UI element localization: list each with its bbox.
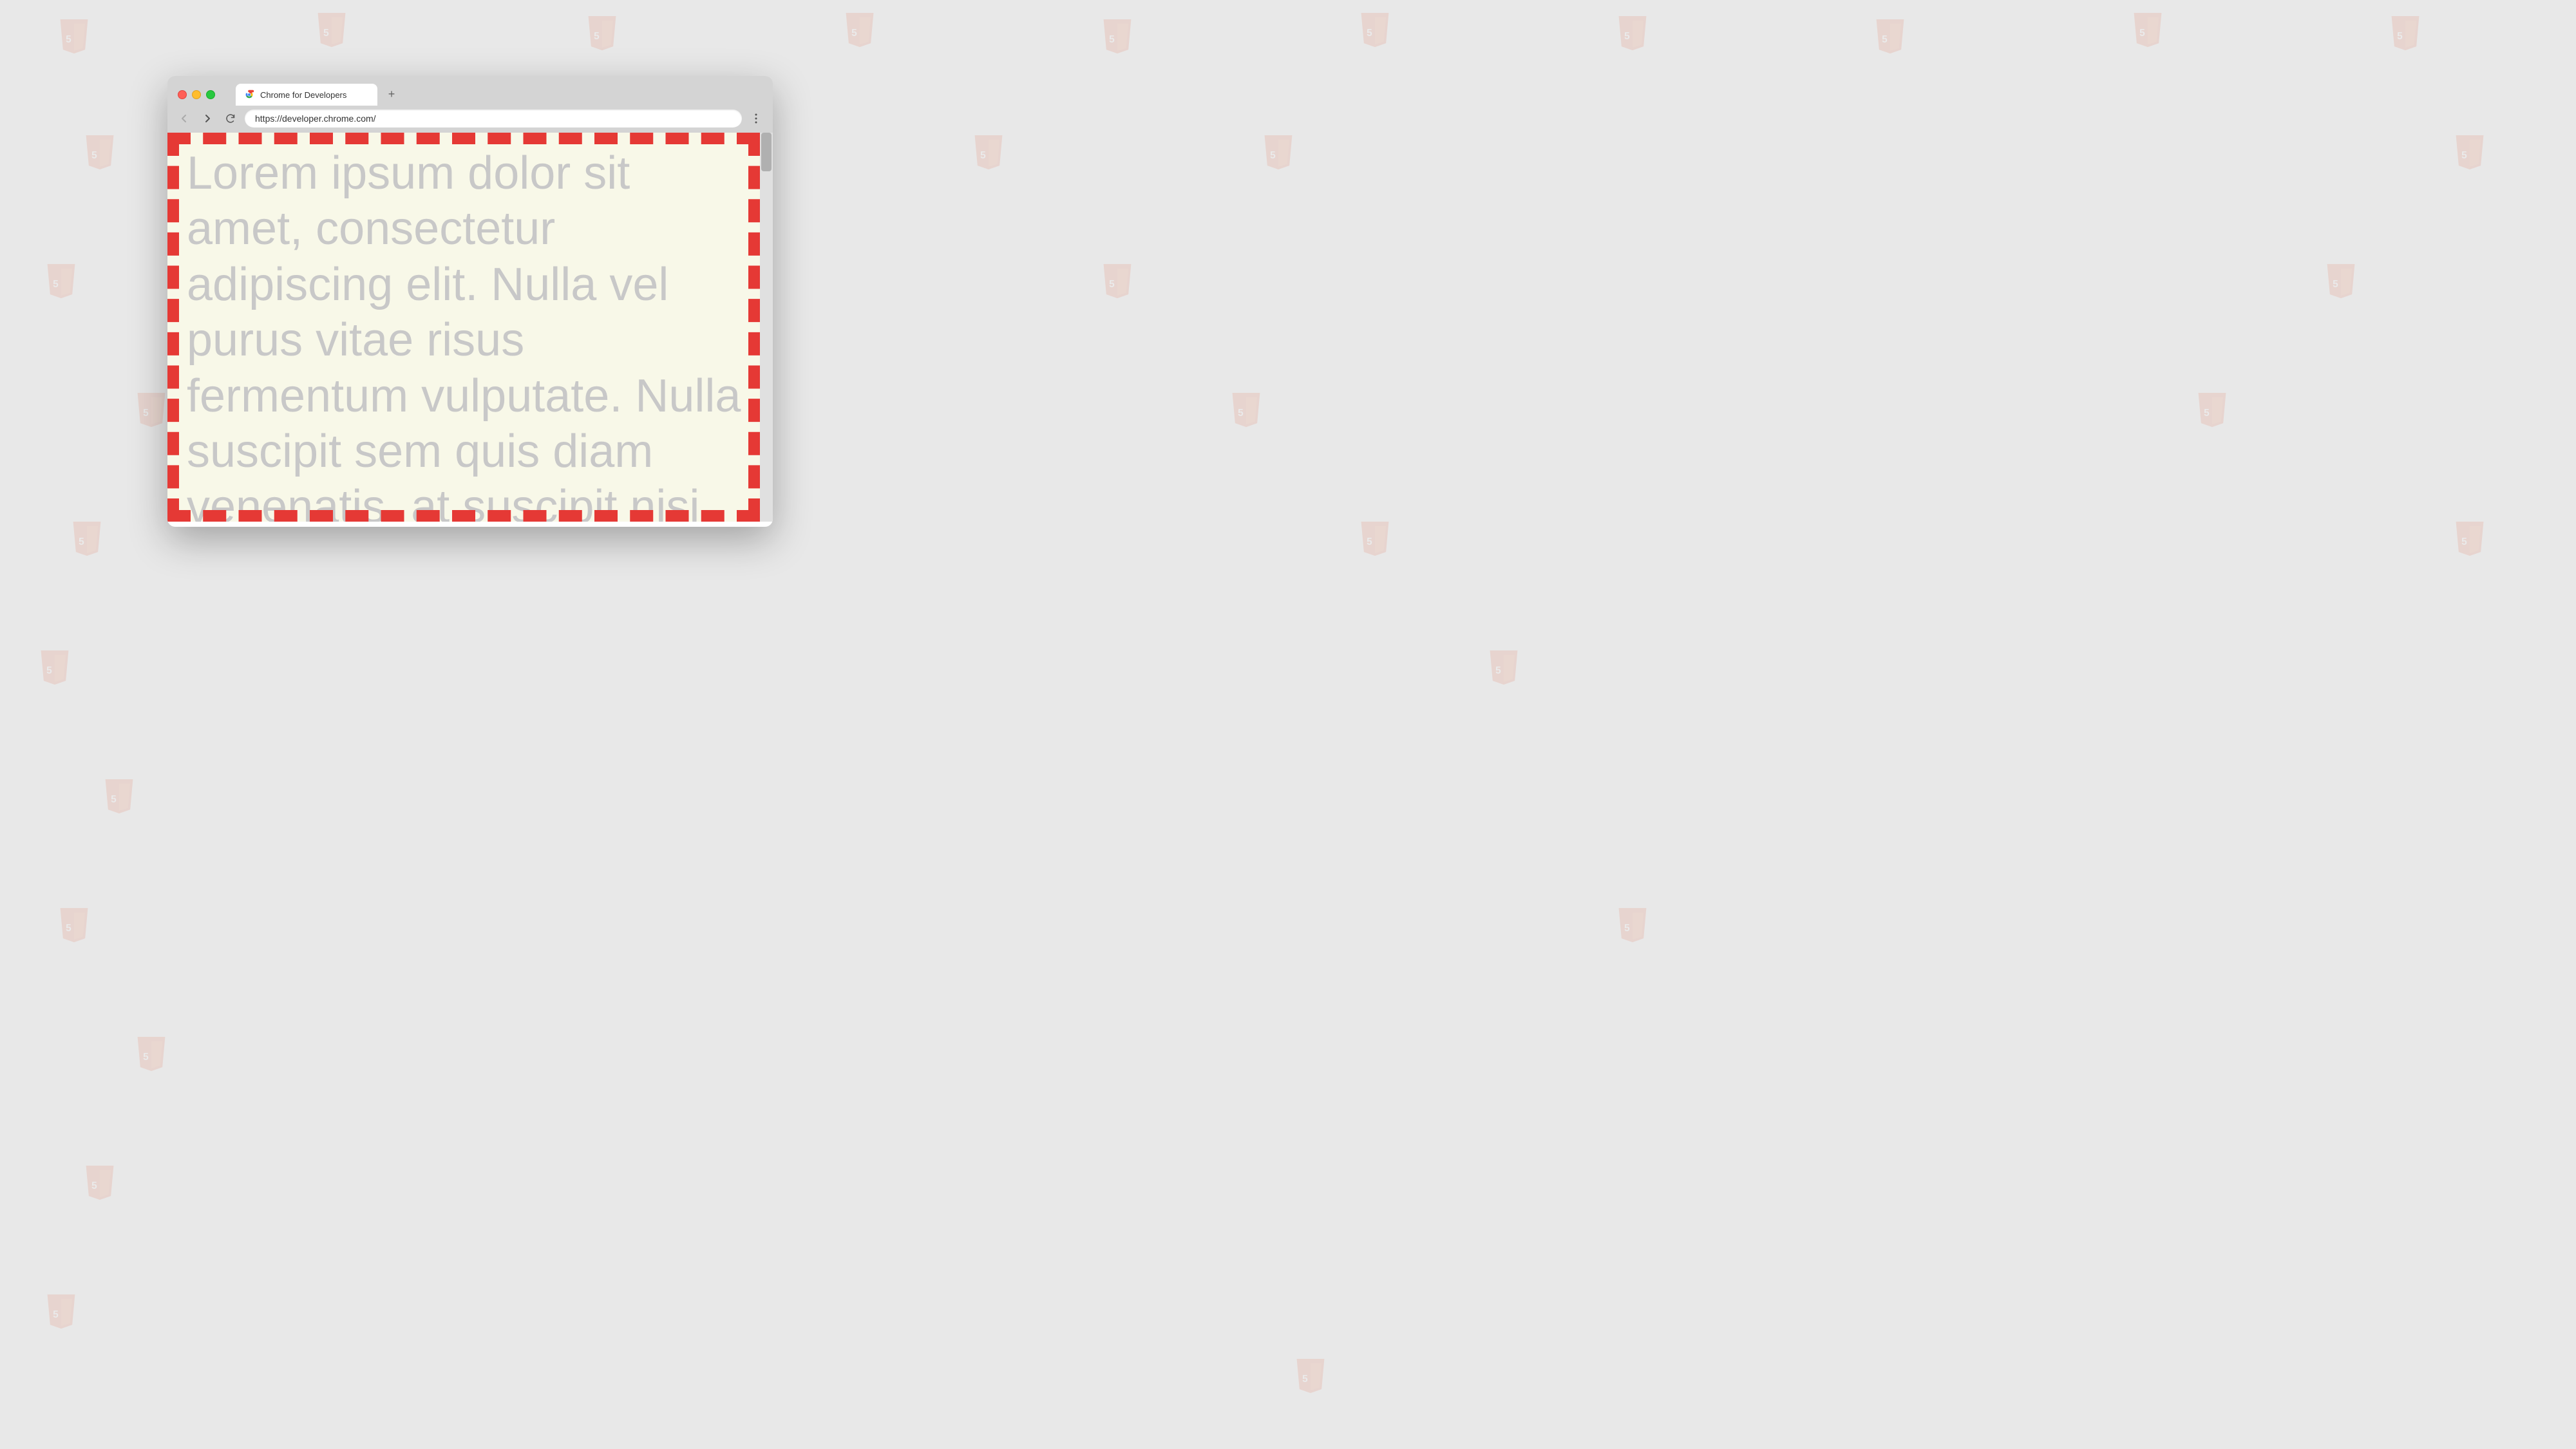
svg-text:5: 5 — [2461, 150, 2467, 161]
bg-icon: 5 — [2447, 129, 2492, 180]
bg-icon: 5 — [1288, 1352, 1333, 1404]
bg-icon: 5 — [1352, 515, 1397, 567]
bg-icon: 5 — [77, 1159, 122, 1211]
svg-text:5: 5 — [2204, 408, 2210, 419]
tab-favicon — [243, 89, 255, 100]
bg-icon: 5 — [1095, 258, 1140, 309]
bg-icon: 5 — [2190, 386, 2235, 438]
svg-text:5: 5 — [1367, 28, 1372, 39]
bg-icon: 5 — [837, 6, 882, 58]
bg-icon: 5 — [64, 515, 109, 567]
svg-text:5: 5 — [143, 408, 149, 419]
bg-icon: 5 — [129, 1030, 174, 1082]
lorem-ipsum-text: Lorem ipsum dolor sit amet, consectetur … — [167, 133, 773, 522]
bg-icon: 5 — [2383, 10, 2428, 61]
svg-text:5: 5 — [46, 665, 52, 676]
svg-text:5: 5 — [2333, 279, 2338, 290]
bg-icon: 5 — [1352, 6, 1397, 58]
bg-icon: 5 — [39, 258, 84, 309]
browser-chrome: Chrome for Developers + — [167, 76, 773, 133]
address-bar-input[interactable] — [245, 109, 742, 128]
svg-text:5: 5 — [1302, 1374, 1308, 1385]
address-bar-row — [167, 106, 773, 133]
new-tab-button[interactable]: + — [383, 85, 401, 103]
bg-icon: 5 — [1610, 902, 1655, 953]
bg-icon: 5 — [1256, 129, 1301, 180]
svg-text:5: 5 — [323, 28, 329, 39]
bg-icon: 5 — [1868, 13, 1913, 64]
bg-icon: 5 — [966, 129, 1011, 180]
svg-text:5: 5 — [1882, 34, 1888, 45]
bg-icon: 5 — [2125, 6, 2170, 58]
close-button[interactable] — [178, 90, 187, 99]
browser-content: Lorem ipsum dolor sit amet, consectetur … — [167, 133, 773, 522]
svg-text:5: 5 — [143, 1052, 149, 1063]
bg-icon: 5 — [1224, 386, 1269, 438]
forward-button[interactable] — [198, 109, 216, 128]
bg-icon: 5 — [309, 6, 354, 58]
browser-tab[interactable]: Chrome for Developers — [236, 84, 377, 106]
bg-icon: 5 — [580, 10, 625, 61]
bg-icon: 5 — [77, 129, 122, 180]
svg-text:5: 5 — [1367, 536, 1372, 547]
maximize-button[interactable] — [206, 90, 215, 99]
svg-text:5: 5 — [1238, 408, 1244, 419]
scrollbar[interactable] — [760, 133, 773, 522]
tab-bar: Chrome for Developers + — [225, 84, 762, 106]
svg-text:5: 5 — [2461, 536, 2467, 547]
bg-icon: 5 — [1481, 644, 1526, 696]
browser-window: Chrome for Developers + — [167, 76, 773, 527]
svg-text:5: 5 — [91, 1180, 97, 1191]
svg-text:5: 5 — [91, 150, 97, 161]
svg-text:5: 5 — [53, 1309, 59, 1320]
svg-text:5: 5 — [980, 150, 986, 161]
svg-text:5: 5 — [1495, 665, 1501, 676]
bg-icon: 5 — [1095, 13, 1140, 64]
reload-button[interactable] — [222, 109, 240, 128]
tab-title: Chrome for Developers — [260, 90, 367, 100]
svg-text:5: 5 — [66, 923, 71, 934]
bg-icon: 5 — [52, 902, 97, 953]
bg-icon: 5 — [52, 13, 97, 64]
svg-text:5: 5 — [111, 794, 117, 805]
bg-icon: 5 — [1610, 10, 1655, 61]
bg-icon: 5 — [32, 644, 77, 696]
minimize-button[interactable] — [192, 90, 201, 99]
browser-menu-button[interactable] — [747, 109, 765, 128]
scrollbar-thumb[interactable] — [761, 133, 772, 171]
bg-icon: 5 — [39, 1288, 84, 1340]
svg-text:5: 5 — [53, 279, 59, 290]
svg-text:5: 5 — [2397, 31, 2403, 42]
bg-icon: 5 — [2318, 258, 2363, 309]
svg-text:5: 5 — [594, 31, 600, 42]
back-button[interactable] — [175, 109, 193, 128]
svg-text:5: 5 — [1624, 923, 1630, 934]
svg-text:5: 5 — [1624, 31, 1630, 42]
svg-text:5: 5 — [2139, 28, 2145, 39]
svg-text:5: 5 — [79, 536, 84, 547]
svg-text:5: 5 — [851, 28, 857, 39]
svg-text:5: 5 — [1109, 34, 1115, 45]
svg-text:5: 5 — [1109, 279, 1115, 290]
traffic-lights — [178, 90, 215, 99]
svg-text:5: 5 — [1270, 150, 1276, 161]
bg-icon: 5 — [97, 773, 142, 824]
bg-icon: 5 — [2447, 515, 2492, 567]
title-bar: Chrome for Developers + — [167, 76, 773, 106]
svg-text:5: 5 — [66, 34, 71, 45]
